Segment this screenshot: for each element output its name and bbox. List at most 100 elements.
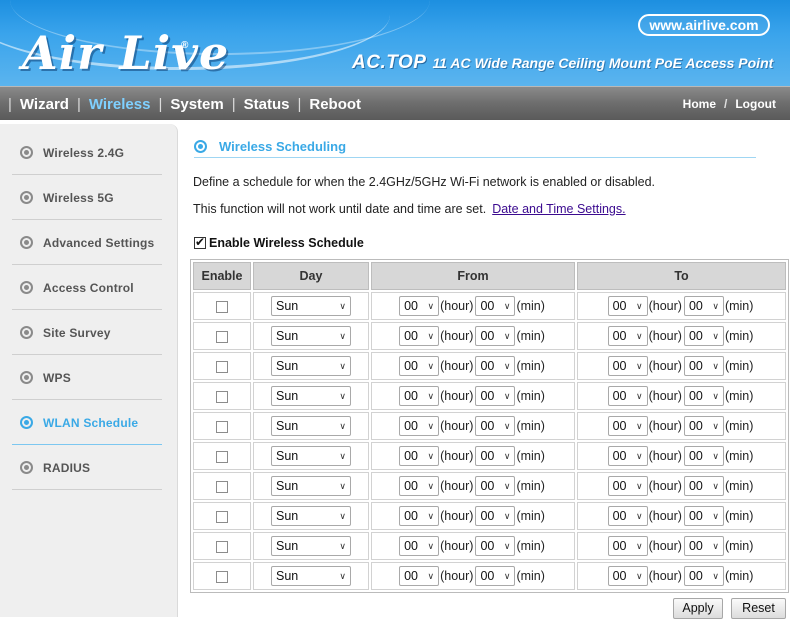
from-min-select[interactable]: 00 ∨ (475, 536, 516, 556)
day-select[interactable]: Sun ∨ (271, 356, 351, 376)
row-enable-checkbox[interactable] (216, 420, 228, 433)
to-hour-select[interactable]: 00 ∨ (607, 476, 648, 496)
day-select[interactable]: Sun ∨ (271, 506, 351, 526)
from-min-select[interactable]: 00 ∨ (475, 506, 516, 526)
hour-unit-label: (hour) (648, 299, 682, 313)
from-cell: 00 ∨ (hour) 00 ∨ (min) (371, 352, 575, 380)
to-min-select[interactable]: 00 ∨ (683, 296, 724, 316)
from-hour-select[interactable]: 00 ∨ (399, 416, 440, 436)
sidebar-item-advanced-settings[interactable]: Advanced Settings (12, 221, 162, 265)
from-hour-select-value: 00 (404, 329, 418, 343)
from-min-select[interactable]: 00 ∨ (475, 476, 516, 496)
chevron-down-icon: ∨ (427, 480, 435, 491)
from-hour-select-value: 00 (404, 359, 418, 373)
from-hour-select[interactable]: 00 ∨ (399, 326, 440, 346)
to-cell: 00 ∨ (hour) 00 ∨ (min) (577, 352, 786, 380)
from-hour-select[interactable]: 00 ∨ (399, 566, 440, 586)
to-min-select[interactable]: 00 ∨ (683, 506, 724, 526)
sidebar-item-access-control[interactable]: Access Control (12, 266, 162, 310)
to-min-select[interactable]: 00 ∨ (683, 446, 724, 466)
from-hour-select[interactable]: 00 ∨ (399, 386, 440, 406)
row-enable-checkbox[interactable] (216, 540, 228, 553)
day-select[interactable]: Sun ∨ (271, 566, 351, 586)
sidebar-item-wps[interactable]: WPS (12, 356, 162, 400)
from-hour-select[interactable]: 00 ∨ (399, 356, 440, 376)
nav-item-system[interactable]: System (170, 96, 223, 113)
to-min-select[interactable]: 00 ∨ (683, 326, 724, 346)
to-hour-select-value: 00 (612, 299, 627, 313)
to-hour-select[interactable]: 00 ∨ (607, 386, 648, 406)
nav-item-status[interactable]: Status (244, 96, 290, 113)
to-hour-select[interactable]: 00 ∨ (607, 416, 648, 436)
row-enable-checkbox[interactable] (216, 510, 228, 523)
from-hour-select[interactable]: 00 ∨ (399, 446, 440, 466)
row-enable-checkbox[interactable] (216, 450, 228, 463)
day-select[interactable]: Sun ∨ (271, 446, 351, 466)
from-min-select[interactable]: 00 ∨ (475, 446, 516, 466)
sidebar-item-wlan-schedule[interactable]: WLAN Schedule (12, 401, 162, 445)
from-min-select[interactable]: 00 ∨ (475, 326, 516, 346)
sidebar-item-wireless-5g[interactable]: Wireless 5G (12, 176, 162, 220)
row-enable-checkbox[interactable] (216, 300, 228, 313)
from-hour-select[interactable]: 00 ∨ (399, 536, 440, 556)
row-enable-checkbox[interactable] (216, 480, 228, 493)
enable-cell (193, 532, 251, 560)
home-link[interactable]: Home (683, 97, 716, 111)
to-min-select[interactable]: 00 ∨ (683, 416, 724, 436)
from-hour-select[interactable]: 00 ∨ (399, 296, 440, 316)
day-select[interactable]: Sun ∨ (271, 386, 351, 406)
enable-schedule-checkbox[interactable] (194, 235, 206, 249)
date-time-settings-link[interactable]: Date and Time Settings. (492, 202, 625, 216)
to-min-select[interactable]: 00 ∨ (683, 356, 724, 376)
from-min-select[interactable]: 00 ∨ (475, 356, 516, 376)
to-min-select[interactable]: 00 ∨ (683, 386, 724, 406)
sidebar-item-wireless-2-4g[interactable]: Wireless 2.4G (12, 131, 162, 175)
nav-item-wizard[interactable]: Wizard (20, 96, 69, 113)
row-enable-checkbox[interactable] (216, 330, 228, 343)
day-select[interactable]: Sun ∨ (271, 416, 351, 436)
to-hour-select[interactable]: 00 ∨ (607, 536, 648, 556)
from-hour-select[interactable]: 00 ∨ (399, 506, 440, 526)
chevron-down-icon: ∨ (712, 570, 719, 581)
nav-item-reboot[interactable]: Reboot (309, 96, 361, 113)
to-hour-select[interactable]: 00 ∨ (607, 326, 648, 346)
row-enable-checkbox[interactable] (216, 570, 228, 583)
sidebar-item-radius[interactable]: RADIUS (12, 446, 162, 490)
row-enable-checkbox[interactable] (216, 390, 228, 403)
from-min-select[interactable]: 00 ∨ (475, 296, 516, 316)
enable-cell (193, 412, 251, 440)
website-url[interactable]: www.airlive.com (638, 14, 770, 36)
product-title: AC.TOP 11 AC Wide Range Ceiling Mount PoE… (352, 52, 773, 74)
chevron-down-icon: ∨ (712, 510, 719, 521)
logout-link[interactable]: Logout (735, 97, 776, 111)
apply-button[interactable]: Apply (673, 598, 723, 619)
from-hour-select[interactable]: 00 ∨ (399, 476, 440, 496)
from-cell: 00 ∨ (hour) 00 ∨ (min) (371, 562, 575, 590)
to-hour-select[interactable]: 00 ∨ (607, 446, 648, 466)
day-select[interactable]: Sun ∨ (271, 296, 351, 316)
chevron-down-icon: ∨ (339, 300, 346, 311)
from-min-select[interactable]: 00 ∨ (475, 386, 516, 406)
chevron-down-icon: ∨ (339, 390, 346, 401)
to-hour-select[interactable]: 00 ∨ (607, 506, 648, 526)
to-min-select[interactable]: 00 ∨ (683, 476, 724, 496)
day-select[interactable]: Sun ∨ (271, 476, 351, 496)
to-hour-select[interactable]: 00 ∨ (607, 296, 648, 316)
from-min-select[interactable]: 00 ∨ (475, 416, 516, 436)
day-select[interactable]: Sun ∨ (271, 326, 351, 346)
reset-button[interactable]: Reset (731, 598, 786, 619)
row-enable-checkbox[interactable] (216, 360, 228, 373)
min-unit-label: (min) (724, 569, 754, 583)
chevron-down-icon: ∨ (636, 390, 643, 401)
to-cell: 00 ∨ (hour) 00 ∨ (min) (577, 442, 786, 470)
column-header-from: From (371, 262, 575, 290)
to-min-select[interactable]: 00 ∨ (683, 536, 724, 556)
day-select[interactable]: Sun ∨ (271, 536, 351, 556)
to-min-select[interactable]: 00 ∨ (683, 566, 724, 586)
to-hour-select[interactable]: 00 ∨ (607, 566, 648, 586)
nav-item-wireless[interactable]: Wireless (89, 96, 151, 113)
nav-separator: | (8, 95, 12, 113)
to-hour-select[interactable]: 00 ∨ (607, 356, 648, 376)
from-min-select[interactable]: 00 ∨ (475, 566, 516, 586)
sidebar-item-site-survey[interactable]: Site Survey (12, 311, 162, 355)
